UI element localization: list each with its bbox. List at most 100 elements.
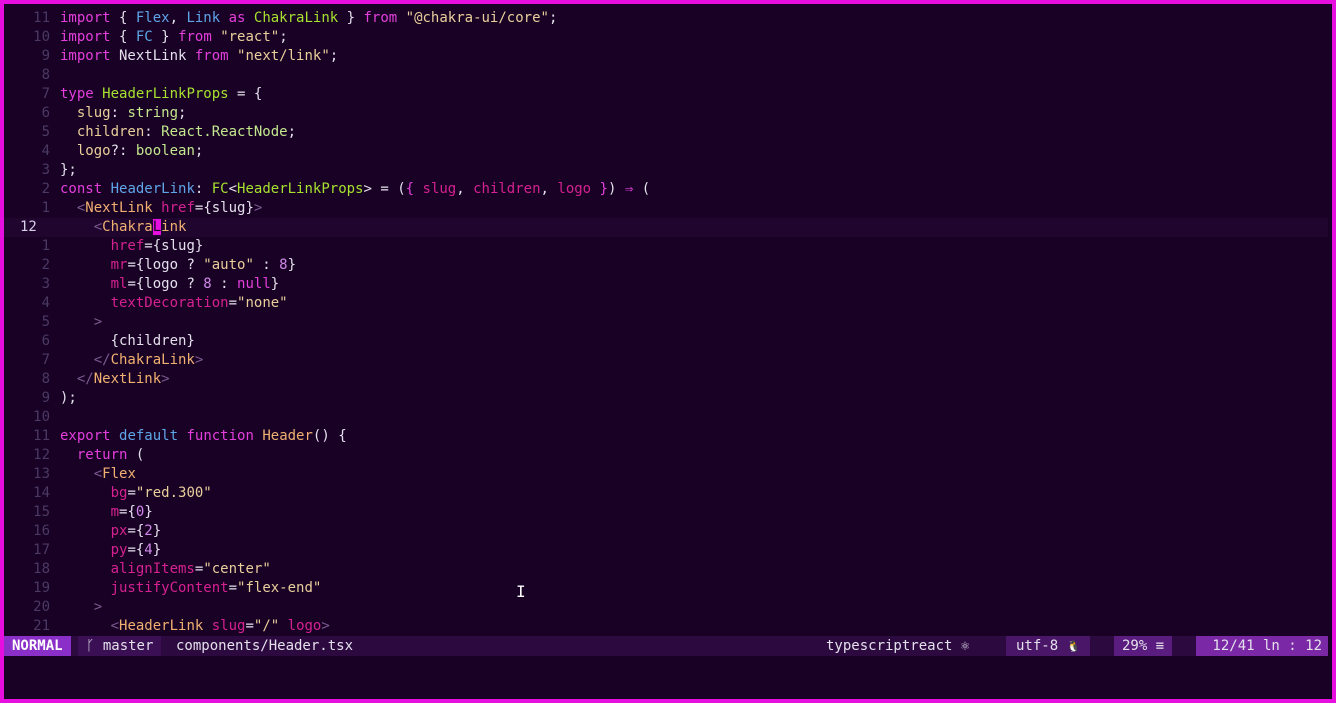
code-line[interactable]: 17 py={4} — [4, 541, 1328, 560]
code-token: > — [93, 599, 103, 615]
code-line[interactable]: 15 m={0} — [4, 503, 1328, 522]
code-token: , — [169, 10, 187, 26]
code-token: "auto" — [203, 257, 254, 273]
code-line[interactable]: 7 type HeaderLinkProps = { — [4, 85, 1328, 104]
code-line[interactable]: 4 logo?: boolean; — [4, 142, 1328, 161]
code-line[interactable]: 8 </NextLink> — [4, 370, 1328, 389]
text-cursor-icon: I — [516, 582, 526, 601]
code-text: ml={logo ? 8 : null} — [60, 275, 280, 294]
code-token: import — [60, 10, 111, 26]
code-line[interactable]: 2 mr={logo ? "auto" : 8} — [4, 256, 1328, 275]
code-token: : — [194, 181, 212, 197]
line-number: 11 — [33, 428, 50, 444]
linux-icon: 🐧 — [1066, 640, 1081, 653]
line-number: 11 — [33, 10, 50, 26]
code-token: Flex — [102, 466, 136, 482]
code-line[interactable]: 12 return ( — [4, 446, 1328, 465]
code-editor[interactable]: 11 import { Flex, Link as ChakraLink } fr… — [4, 9, 1328, 636]
branch-name: master — [102, 638, 154, 654]
code-token: {children} — [60, 333, 195, 349]
code-token: "none" — [237, 295, 288, 311]
encoding: utf-8 🐧 — [1006, 636, 1091, 656]
code-text: return ( — [60, 446, 144, 465]
code-line[interactable]: 5 children: React.ReactNode; — [4, 123, 1328, 142]
line-number: 4 — [41, 143, 50, 159]
code-token: ) — [607, 181, 625, 197]
code-line[interactable]: 1 href={slug} — [4, 237, 1328, 256]
filetype-label: typescriptreact — [826, 638, 953, 654]
code-line[interactable]: 11 import { Flex, Link as ChakraLink } fr… — [4, 9, 1328, 28]
code-token: href — [161, 200, 195, 216]
code-line[interactable]: 16 px={2} — [4, 522, 1328, 541]
code-line[interactable]: 3}; — [4, 161, 1328, 180]
code-line[interactable]: 5 > — [4, 313, 1328, 332]
code-token: ={ — [127, 523, 145, 539]
code-line[interactable]: 21 <HeaderLink slug="/" logo> — [4, 617, 1328, 636]
code-line[interactable]: 10 import { FC } from "react"; — [4, 28, 1328, 47]
code-token: </ — [93, 352, 111, 368]
code-line[interactable]: 10 — [4, 408, 1328, 427]
code-line[interactable]: 4 textDecoration="none" — [4, 294, 1328, 313]
line-number: 6 — [41, 333, 50, 349]
code-token: ; — [178, 105, 187, 121]
code-line[interactable]: 6 {children} — [4, 332, 1328, 351]
code-token: null — [237, 276, 271, 292]
code-line[interactable]: 7 </ChakraLink> — [4, 351, 1328, 370]
code-token: Chakra — [102, 219, 153, 235]
line-number: 3 — [41, 276, 50, 292]
code-line[interactable]: 13 <Flex — [4, 465, 1328, 484]
line-number: 5 — [41, 124, 50, 140]
code-line[interactable]: 20 > — [4, 598, 1328, 617]
code-token: : — [110, 105, 128, 121]
code-text: py={4} — [60, 541, 162, 560]
code-line[interactable]: 12 <ChakraLink — [4, 218, 1328, 237]
code-line[interactable]: 19 justifyContent="flex-end" — [4, 579, 1328, 598]
code-text: href={slug} — [60, 237, 204, 256]
line-number: 7 — [41, 86, 50, 102]
code-token: Header — [262, 428, 313, 444]
code-token: children — [76, 124, 145, 140]
command-line[interactable] — [4, 656, 1328, 696]
code-token: 4 — [144, 542, 153, 558]
code-token: </ — [76, 371, 94, 387]
code-token: m — [110, 504, 120, 520]
code-line[interactable]: 6 slug: string; — [4, 104, 1328, 123]
code-token: , — [540, 181, 558, 197]
line-number: 15 — [33, 504, 50, 520]
code-token: "react" — [220, 29, 280, 45]
code-token: "center" — [203, 561, 271, 577]
code-line[interactable]: 1 <NextLink href={slug}> — [4, 199, 1328, 218]
code-line[interactable]: 18 alignItems="center" — [4, 560, 1328, 579]
block-cursor: L — [152, 219, 162, 235]
line-number: 8 — [41, 67, 50, 83]
line-number: 12 — [33, 447, 50, 463]
code-line[interactable]: 2 const HeaderLink: FC<HeaderLinkProps> =… — [4, 180, 1328, 199]
code-token: import — [60, 48, 111, 64]
code-token: ?: — [110, 143, 136, 159]
code-line[interactable]: 3 ml={logo ? 8 : null} — [4, 275, 1328, 294]
code-line[interactable]: 11 export default function Header() { — [4, 427, 1328, 446]
code-line[interactable]: 8 — [4, 66, 1328, 85]
line-number: 13 — [33, 466, 50, 482]
code-token: NextLink — [85, 200, 153, 216]
code-token: import — [60, 29, 111, 45]
code-token: ; — [194, 143, 204, 159]
code-token: function — [186, 428, 254, 444]
code-text: </NextLink> — [60, 370, 170, 389]
code-line[interactable]: 9); — [4, 389, 1328, 408]
code-token: from — [194, 48, 229, 64]
code-line[interactable]: 9 import NextLink from "next/link"; — [4, 47, 1328, 66]
code-line[interactable]: 14 bg="red.300" — [4, 484, 1328, 503]
line-number: 10 — [33, 409, 50, 425]
